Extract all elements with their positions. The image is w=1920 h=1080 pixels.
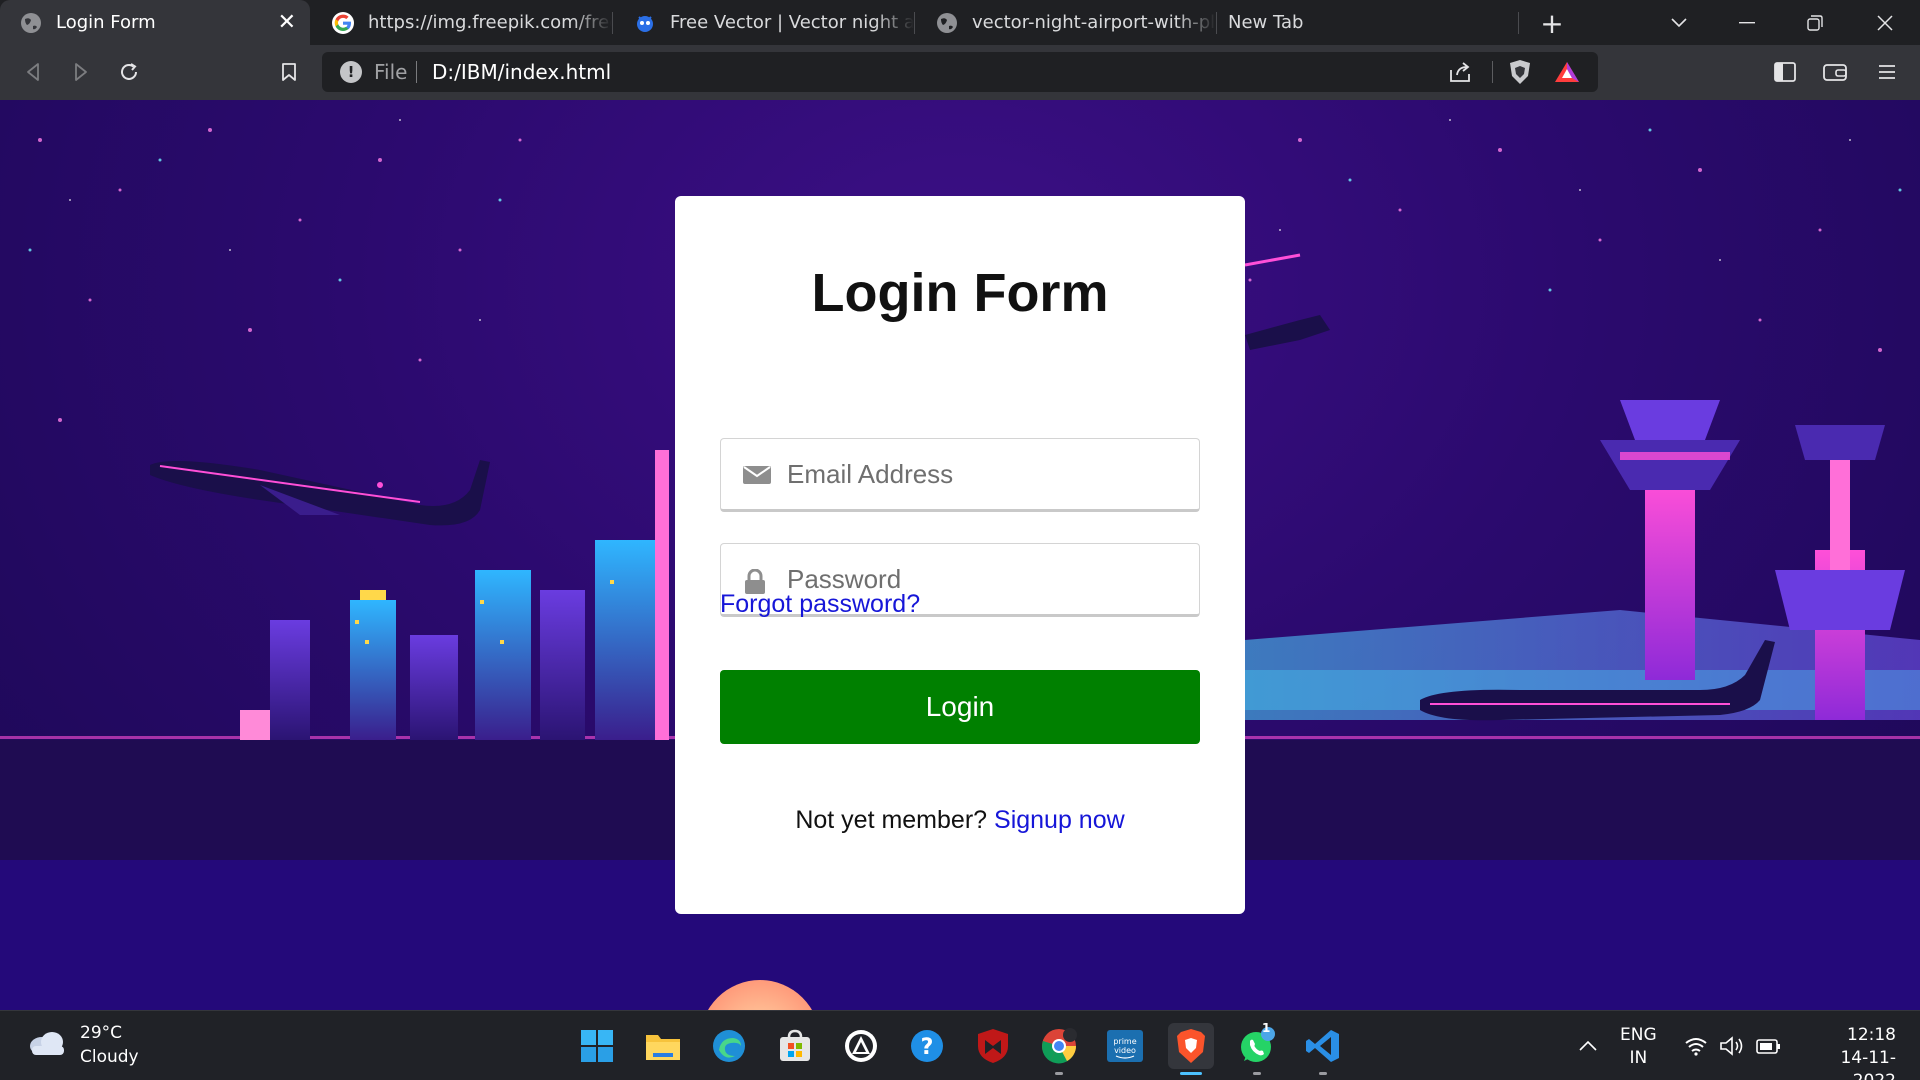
brave-shields-icon[interactable] bbox=[1508, 59, 1532, 89]
globe-icon bbox=[936, 12, 958, 34]
mcafee-icon[interactable] bbox=[970, 1023, 1016, 1069]
brave-icon[interactable] bbox=[1168, 1023, 1214, 1075]
tab-login-form[interactable]: Login Form ✕ bbox=[0, 0, 310, 45]
close-tab-icon[interactable]: ✕ bbox=[278, 10, 296, 35]
email-input[interactable] bbox=[787, 439, 1187, 509]
tab-freepik-vector[interactable]: Free Vector | Vector night airpo bbox=[614, 0, 914, 45]
language-primary: ENG bbox=[1620, 1025, 1657, 1045]
google-icon bbox=[332, 11, 354, 34]
plus-icon[interactable]: + bbox=[1536, 7, 1568, 40]
clock-time: 12:18 bbox=[1847, 1025, 1896, 1045]
tab-freepik-image[interactable]: https://img.freepik.com/free-ve bbox=[312, 0, 612, 45]
wallet-button[interactable] bbox=[1816, 53, 1854, 91]
windows-start-icon[interactable] bbox=[574, 1023, 620, 1069]
chevron-up-icon[interactable] bbox=[1568, 1023, 1608, 1069]
restore-icon[interactable] bbox=[1800, 8, 1830, 38]
tab-title: New Tab bbox=[1228, 12, 1304, 33]
forward-button[interactable] bbox=[62, 53, 100, 91]
sidebar-toggle-button[interactable] bbox=[1766, 53, 1804, 91]
taskbar: 29°C Cloudy ? prime video 1 ENG IN 12:18… bbox=[0, 1010, 1920, 1080]
freepik-icon bbox=[634, 12, 656, 34]
svg-text:?: ? bbox=[921, 1035, 934, 1060]
wifi-icon[interactable] bbox=[1676, 1023, 1716, 1069]
app-icon[interactable] bbox=[838, 1023, 884, 1069]
close-window-icon[interactable] bbox=[1870, 8, 1900, 38]
site-info-icon[interactable]: ! bbox=[340, 61, 362, 83]
globe-icon bbox=[20, 12, 42, 34]
tab-night-airport[interactable]: vector-night-airport-with-plane bbox=[916, 0, 1216, 45]
reload-button[interactable] bbox=[110, 53, 148, 91]
volume-icon[interactable] bbox=[1712, 1023, 1752, 1069]
email-field[interactable] bbox=[720, 438, 1200, 512]
chrome-icon[interactable] bbox=[1036, 1023, 1082, 1075]
chevron-down-icon[interactable] bbox=[1664, 8, 1694, 38]
share-icon[interactable] bbox=[1448, 60, 1474, 88]
clock-date: 14-11-2022 bbox=[1840, 1048, 1896, 1080]
menu-icon[interactable] bbox=[1868, 53, 1906, 91]
signup-row: Not yet member? Signup now bbox=[675, 806, 1245, 835]
forgot-password-link[interactable]: Forgot password? bbox=[720, 590, 920, 619]
help-icon[interactable]: ? bbox=[904, 1023, 950, 1069]
login-button[interactable]: Login bbox=[720, 670, 1200, 744]
file-explorer-icon[interactable] bbox=[640, 1023, 686, 1069]
whatsapp-icon[interactable]: 1 bbox=[1234, 1021, 1280, 1075]
vscode-icon[interactable] bbox=[1300, 1023, 1346, 1075]
signup-link[interactable]: Signup now bbox=[994, 806, 1125, 834]
weather-temp: 29°C bbox=[80, 1023, 123, 1043]
battery-icon[interactable] bbox=[1748, 1023, 1788, 1069]
signup-prompt: Not yet member? bbox=[795, 806, 988, 834]
edge-icon[interactable] bbox=[706, 1023, 752, 1069]
weather-desc: Cloudy bbox=[80, 1047, 139, 1067]
minimize-icon[interactable] bbox=[1732, 8, 1762, 38]
address-bar[interactable]: ! File D:/IBM/index.html bbox=[322, 52, 1598, 92]
back-button[interactable] bbox=[14, 53, 52, 91]
tab-strip: Login Form ✕ https://img.freepik.com/fre… bbox=[0, 0, 1920, 45]
whatsapp-badge: 1 bbox=[1262, 1021, 1271, 1035]
login-card: Login Form Forgot password? Login Not ye… bbox=[675, 196, 1245, 914]
svg-text:video: video bbox=[1114, 1046, 1136, 1055]
system-clock[interactable]: 12:18 14-11-2022 bbox=[1800, 1024, 1896, 1080]
language-secondary: IN bbox=[1629, 1048, 1648, 1068]
envelope-icon bbox=[743, 464, 771, 490]
url-text[interactable]: D:/IBM/index.html bbox=[432, 60, 611, 84]
microsoft-store-icon[interactable] bbox=[772, 1023, 818, 1069]
svg-text:prime: prime bbox=[1113, 1037, 1136, 1046]
tab-title: Login Form bbox=[56, 12, 156, 33]
language-indicator[interactable]: ENG IN bbox=[1620, 1024, 1657, 1070]
page-title: Login Form bbox=[811, 263, 1109, 323]
url-scheme-label: File bbox=[374, 60, 408, 84]
bookmark-button[interactable] bbox=[270, 53, 308, 91]
brave-rewards-icon[interactable] bbox=[1554, 60, 1580, 88]
page-viewport: Login Form Forgot password? Login Not ye… bbox=[0, 100, 1920, 1010]
browser-toolbar: ! File D:/IBM/index.html bbox=[0, 45, 1920, 100]
cloud-icon bbox=[28, 1030, 66, 1060]
prime-video-icon[interactable]: prime video bbox=[1102, 1023, 1148, 1069]
weather-widget[interactable]: 29°C Cloudy bbox=[28, 1021, 139, 1069]
tab-new-tab[interactable]: New Tab bbox=[1218, 0, 1518, 45]
